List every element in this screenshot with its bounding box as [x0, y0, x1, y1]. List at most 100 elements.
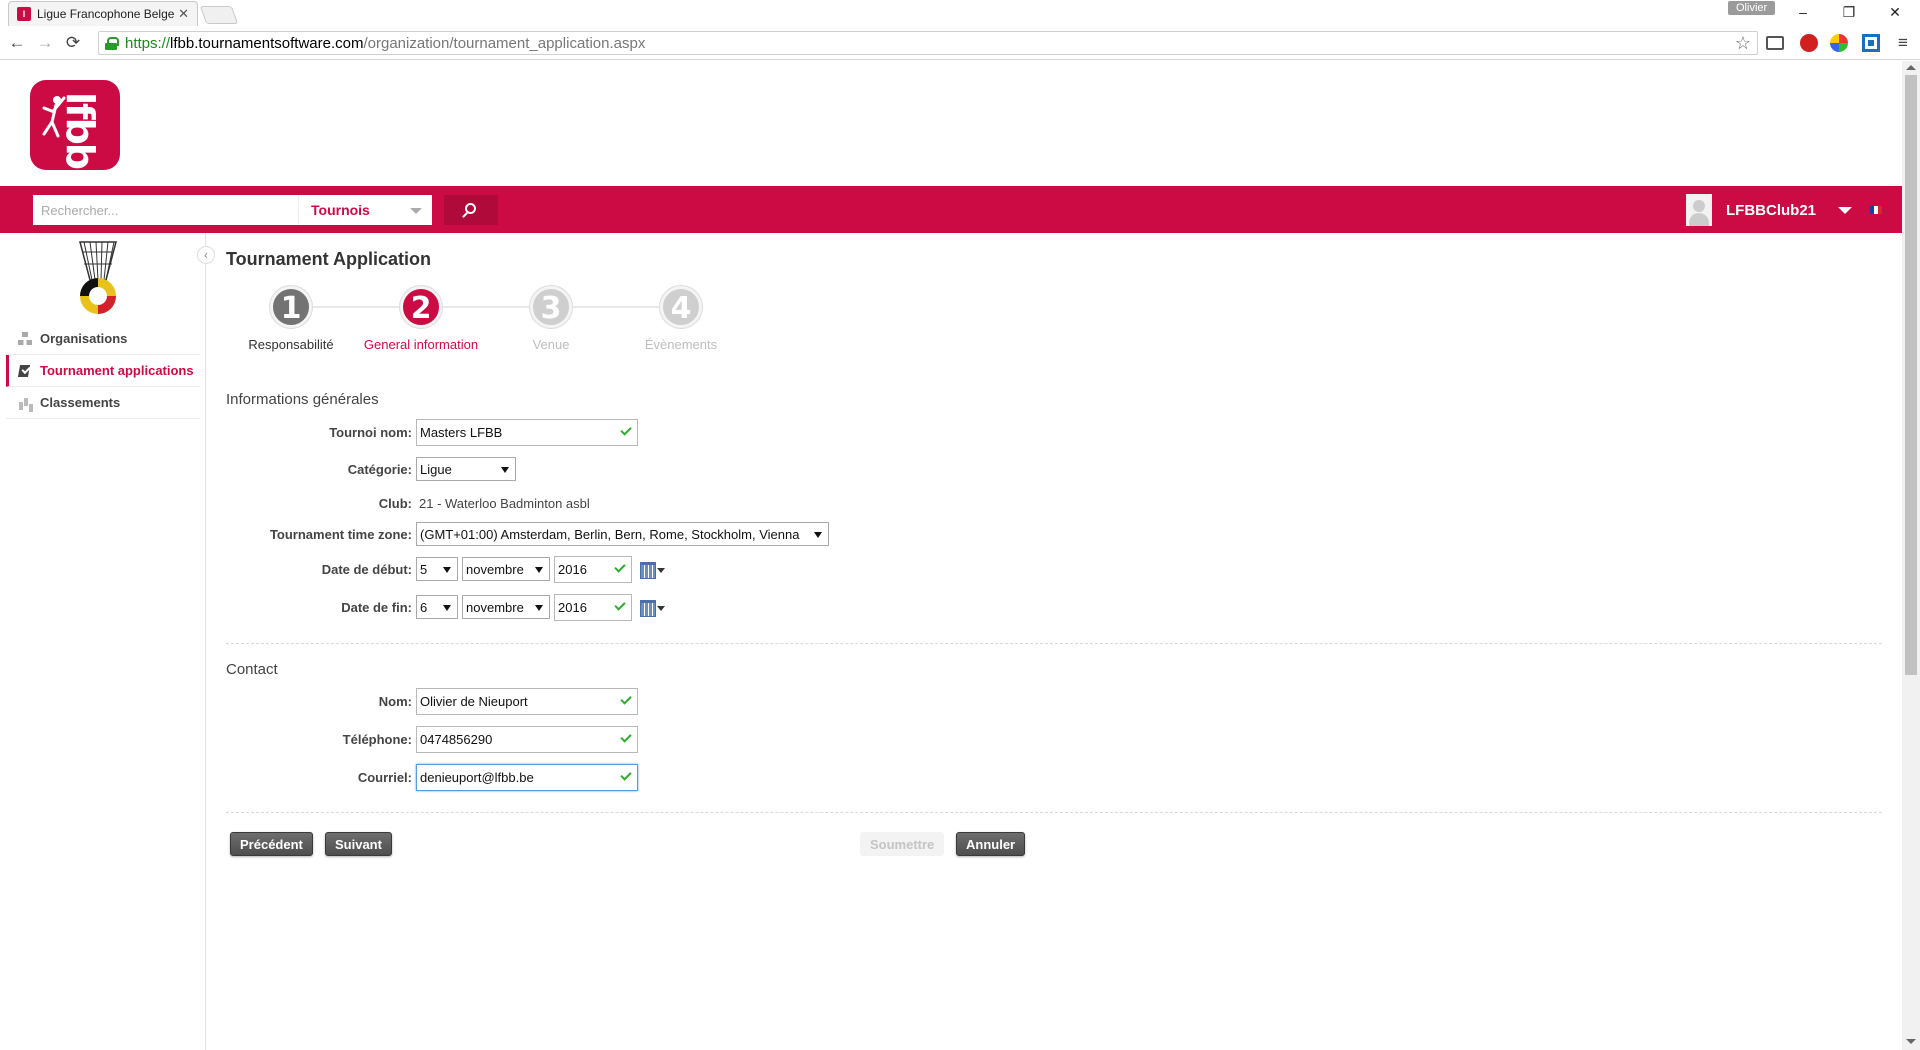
end-month-select[interactable]: novembre: [462, 595, 550, 619]
opera-extension-icon[interactable]: [1800, 34, 1818, 52]
start-date-row: Date de début: 5 novembre 2016: [226, 555, 1086, 583]
phone-label: Téléphone:: [342, 731, 412, 747]
reload-icon[interactable]: ⟳: [62, 32, 84, 54]
url-scheme: https://: [125, 34, 171, 52]
start-year-input[interactable]: 2016: [554, 555, 632, 583]
step-label: General information: [363, 337, 479, 352]
end-day-select[interactable]: 6: [416, 595, 458, 619]
step-label: Venue: [532, 337, 570, 352]
step-number: 4: [660, 286, 702, 328]
contact-name-value: Olivier de Nieuport: [420, 693, 528, 709]
previous-button[interactable]: Précédent: [230, 832, 313, 856]
logo-text: lfbb: [58, 92, 102, 168]
phone-input[interactable]: 0474856290: [416, 725, 638, 753]
sidebar-item-tournament-applications[interactable]: Tournament applications: [6, 355, 200, 387]
lfbb-favicon-icon: l: [17, 7, 31, 21]
sidebar-item-classements[interactable]: Classements: [6, 387, 200, 419]
category-select[interactable]: Ligue: [416, 457, 516, 481]
tab-close-icon[interactable]: ✕: [178, 6, 189, 22]
end-year-value: 2016: [558, 599, 587, 615]
category-value: Ligue: [420, 461, 452, 477]
step-evenements: 4 Évènements: [616, 286, 746, 352]
new-tab-button[interactable]: [199, 6, 239, 24]
email-input[interactable]: denieuport@lfbb.be: [416, 763, 638, 791]
start-day-value: 5: [420, 561, 428, 577]
forward-arrow-icon[interactable]: →: [34, 32, 56, 54]
start-date-label: Date de début:: [321, 561, 412, 577]
cancel-button[interactable]: Annuler: [956, 832, 1026, 856]
contact-section-title: Contact: [226, 661, 278, 678]
email-row: Courriel: denieuport@lfbb.be: [226, 763, 1086, 791]
contact-name-label: Nom:: [378, 693, 412, 709]
timezone-select[interactable]: (GMT+01:00) Amsterdam, Berlin, Bern, Rom…: [416, 522, 829, 546]
bookmark-extension-icon[interactable]: [1862, 34, 1880, 52]
cast-icon[interactable]: [1766, 36, 1784, 50]
search-input[interactable]: [33, 195, 298, 225]
end-date-row: Date de fin: 6 novembre 2016: [226, 593, 1086, 621]
step-number: 2: [400, 286, 442, 328]
chevron-down-icon[interactable]: [1838, 206, 1852, 214]
timezone-label: Tournament time zone:: [269, 526, 412, 542]
browser-menu-icon[interactable]: ≡: [1892, 32, 1914, 54]
scroll-thumb[interactable]: [1905, 75, 1917, 675]
url-host: lfbb.tournamentsoftware.com: [170, 34, 364, 52]
search-scope-select[interactable]: Tournois: [298, 195, 432, 225]
avatar: [1686, 194, 1712, 226]
close-window-button[interactable]: ✕: [1880, 2, 1910, 22]
wizard-steps: 1 Responsabilité 2 General information 3…: [226, 286, 746, 356]
restore-button[interactable]: ❐: [1834, 2, 1864, 22]
phone-value: 0474856290: [420, 731, 493, 747]
end-day-value: 6: [420, 599, 428, 615]
sidebar-item-organisations[interactable]: Organisations: [6, 323, 200, 355]
collapse-sidebar-button[interactable]: ‹: [197, 246, 215, 264]
french-flag-icon[interactable]: [1870, 206, 1882, 214]
step-label: Responsabilité: [248, 337, 334, 352]
main-content: Tournament Application 1 Responsabilité …: [226, 233, 1886, 1050]
step-responsabilite[interactable]: 1 Responsabilité: [226, 286, 356, 352]
contact-name-input[interactable]: Olivier de Nieuport: [416, 687, 638, 715]
search-button[interactable]: [444, 195, 498, 225]
sidebar-item-label: Organisations: [40, 331, 128, 346]
rankings-icon: [18, 396, 32, 410]
phone-row: Téléphone: 0474856290: [226, 725, 1086, 753]
next-button[interactable]: Suivant: [325, 832, 392, 856]
back-arrow-icon[interactable]: ←: [6, 32, 28, 54]
category-row: Catégorie: Ligue: [226, 455, 1086, 483]
valid-check-icon: [620, 423, 632, 436]
step-number: 1: [270, 286, 312, 328]
minimize-button[interactable]: –: [1788, 2, 1818, 22]
chevron-down-icon: [410, 208, 422, 214]
club-label: Club:: [378, 495, 412, 511]
color-picker-extension-icon[interactable]: [1830, 34, 1848, 52]
scroll-down-icon[interactable]: [1906, 1039, 1916, 1044]
category-label: Catégorie:: [347, 461, 412, 477]
form-actions: Précédent Suivant Soumettre Annuler: [226, 832, 1126, 860]
browser-tab[interactable]: l Ligue Francophone Belge ✕: [8, 1, 198, 26]
start-day-select[interactable]: 5: [416, 557, 458, 581]
lfbb-logo[interactable]: lfbb: [30, 80, 120, 170]
organisations-icon: [18, 331, 32, 346]
step-general-information[interactable]: 2 General information: [356, 286, 486, 352]
tournament-name-value: Masters LFBB: [420, 424, 503, 440]
url-bar[interactable]: https://lfbb.tournamentsoftware.com/orga…: [98, 31, 1758, 55]
calendar-icon[interactable]: [640, 598, 666, 617]
user-menu[interactable]: LFBBClub21: [1686, 194, 1882, 226]
url-path: /organization/tournament_application.asp…: [363, 34, 646, 52]
search-bar: Tournois LFBBClub21: [0, 186, 1902, 233]
bookmark-star-icon[interactable]: ☆: [1735, 33, 1751, 54]
step-venue: 3 Venue: [486, 286, 616, 352]
end-year-input[interactable]: 2016: [554, 593, 632, 621]
scroll-up-icon[interactable]: [1906, 65, 1916, 70]
profile-badge[interactable]: Olivier: [1728, 1, 1776, 15]
submit-button: Soumettre: [860, 832, 945, 856]
page-scrollbar[interactable]: [1902, 61, 1920, 1050]
start-year-value: 2016: [558, 561, 587, 577]
club-value: 21 - Waterloo Badminton asbl: [419, 495, 590, 511]
username: LFBBClub21: [1726, 201, 1816, 219]
start-month-select[interactable]: novembre: [462, 557, 550, 581]
step-label: Évènements: [644, 337, 718, 352]
club-row: Club: 21 - Waterloo Badminton asbl: [226, 489, 1086, 517]
tournament-name-label: Tournoi nom:: [329, 424, 412, 440]
tournament-name-input[interactable]: Masters LFBB: [416, 418, 638, 446]
calendar-icon[interactable]: [640, 560, 666, 579]
